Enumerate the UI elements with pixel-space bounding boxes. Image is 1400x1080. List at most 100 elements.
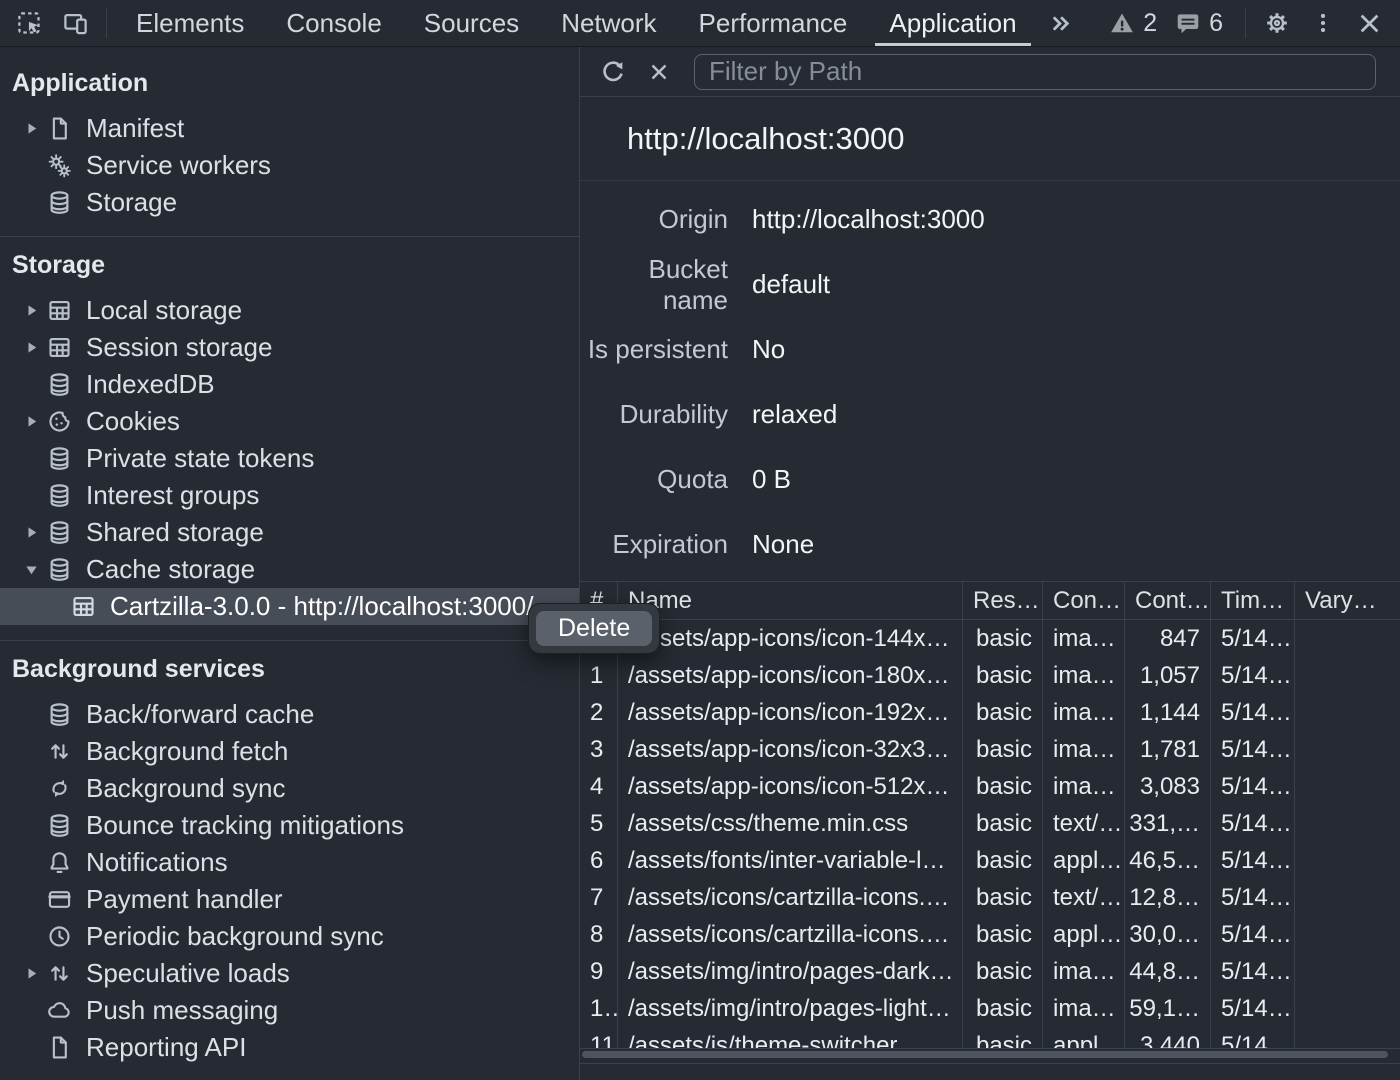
- cell-response-type: basic: [963, 842, 1043, 879]
- sidebar-item-service-workers[interactable]: Service workers: [0, 147, 579, 184]
- column-header-tim[interactable]: Tim…: [1211, 582, 1295, 619]
- sidebar-item-storage[interactable]: Storage: [0, 184, 579, 221]
- sidebar-item-speculative-loads[interactable]: Speculative loads: [0, 955, 579, 992]
- triangle-down-icon[interactable]: [24, 562, 46, 577]
- devtools-window: ElementsConsoleSourcesNetworkPerformance…: [0, 0, 1400, 1080]
- column-header-con[interactable]: Con…: [1043, 582, 1125, 619]
- tab-elements[interactable]: Elements: [115, 0, 265, 46]
- column-header-vary[interactable]: Vary…: [1295, 582, 1400, 619]
- gears-icon: [46, 152, 73, 179]
- table-row[interactable]: 3/assets/app-icons/icon-32x3…basicima…1,…: [580, 731, 1400, 768]
- cell-time-cached: 5/14…: [1211, 805, 1295, 842]
- sidebar-item-indexeddb[interactable]: IndexedDB: [0, 366, 579, 403]
- table-row[interactable]: 1/assets/app-icons/icon-180x…basicima…1,…: [580, 657, 1400, 694]
- warning-icon[interactable]: [1105, 1, 1139, 45]
- table-row[interactable]: 0/assets/app-icons/icon-144x…basicima…84…: [580, 620, 1400, 657]
- cell-time-cached: 5/14…: [1211, 620, 1295, 657]
- table-row[interactable]: 9/assets/img/intro/pages-dark…basicima…4…: [580, 953, 1400, 990]
- horizontal-scrollbar[interactable]: [580, 1048, 1400, 1060]
- sidebar-item-label: Session storage: [86, 332, 272, 363]
- column-header-res[interactable]: Res…: [963, 582, 1043, 619]
- table-row[interactable]: 8/assets/icons/cartzilla-icons.…basicapp…: [580, 916, 1400, 953]
- tab-application[interactable]: Application: [868, 0, 1037, 46]
- settings-icon[interactable]: [1254, 1, 1300, 45]
- messages-icon[interactable]: [1171, 1, 1205, 45]
- database-icon: [46, 445, 73, 472]
- table-row[interactable]: 6/assets/fonts/inter-variable-l…basicapp…: [580, 842, 1400, 879]
- scrollbar-thumb[interactable]: [582, 1051, 1388, 1058]
- clock-icon: [46, 923, 73, 950]
- close-icon[interactable]: [1346, 1, 1392, 45]
- filter-by-path-input[interactable]: [694, 54, 1376, 90]
- clear-icon[interactable]: [636, 50, 682, 94]
- triangle-right-icon[interactable]: [24, 121, 46, 136]
- tab-network[interactable]: Network: [540, 0, 677, 46]
- sidebar-item-periodic-background-sync[interactable]: Periodic background sync: [0, 918, 579, 955]
- tab-performance[interactable]: Performance: [678, 0, 869, 46]
- sidebar-item-payment-handler[interactable]: Payment handler: [0, 881, 579, 918]
- triangle-right-icon[interactable]: [24, 303, 46, 318]
- triangle-right-icon[interactable]: [24, 340, 46, 355]
- sidebar-item-cache-storage[interactable]: Cache storage: [0, 551, 579, 588]
- sidebar-item-notifications[interactable]: Notifications: [0, 844, 579, 881]
- more-options-icon[interactable]: [1300, 1, 1346, 45]
- cell-content-length: 30,0…: [1125, 916, 1211, 953]
- table-row[interactable]: 11/assets/js/theme-switcher…basicappl…3,…: [580, 1027, 1400, 1048]
- column-header-name[interactable]: Name: [618, 582, 963, 619]
- device-toolbar-icon[interactable]: [52, 1, 98, 45]
- cell-name: /assets/icons/cartzilla-icons.…: [618, 879, 963, 916]
- sidebar-item-push-messaging[interactable]: Push messaging: [0, 992, 579, 1029]
- table-row[interactable]: 7/assets/icons/cartzilla-icons.…basictex…: [580, 879, 1400, 916]
- sidebar-item-background-sync[interactable]: Background sync: [0, 770, 579, 807]
- cell-content-type: appl…: [1043, 842, 1125, 879]
- sidebar-item-manifest[interactable]: Manifest: [0, 110, 579, 147]
- table-row[interactable]: 1…/assets/img/intro/pages-light…basicima…: [580, 990, 1400, 1027]
- sidebar-item-bounce-tracking-mitigations[interactable]: Bounce tracking mitigations: [0, 807, 579, 844]
- field-label: Bucket name: [580, 254, 728, 316]
- tab-sources[interactable]: Sources: [403, 0, 540, 46]
- section-title-background-services: Background services: [0, 647, 579, 696]
- table-row[interactable]: 2/assets/app-icons/icon-192x…basicima…1,…: [580, 694, 1400, 731]
- sidebar-item-cartzilla-3-0-0-http-localhost-3000[interactable]: Cartzilla-3.0.0 - http://localhost:3000/: [0, 588, 579, 625]
- table-row[interactable]: 4/assets/app-icons/icon-512x…basicima…3,…: [580, 768, 1400, 805]
- cell-vary: [1295, 731, 1400, 768]
- database-icon: [46, 701, 73, 728]
- sidebar-item-interest-groups[interactable]: Interest groups: [0, 477, 579, 514]
- sidebar-item-back-forward-cache[interactable]: Back/forward cache: [0, 696, 579, 733]
- tabbar-right-controls: 2 6: [1105, 1, 1400, 45]
- sidebar-item-cookies[interactable]: Cookies: [0, 403, 579, 440]
- cell-response-type: basic: [963, 953, 1043, 990]
- sidebar-item-local-storage[interactable]: Local storage: [0, 292, 579, 329]
- cell-name: /assets/app-icons/icon-32x3…: [618, 731, 963, 768]
- triangle-right-icon[interactable]: [24, 414, 46, 429]
- panel-tabs: ElementsConsoleSourcesNetworkPerformance…: [115, 0, 1038, 46]
- triangle-right-icon[interactable]: [24, 966, 46, 981]
- table-row[interactable]: 5/assets/css/theme.min.cssbasictext/…331…: [580, 805, 1400, 842]
- delete-menu-item[interactable]: Delete: [536, 611, 652, 646]
- cell-name: /assets/img/intro/pages-dark…: [618, 953, 963, 990]
- sidebar-item-session-storage[interactable]: Session storage: [0, 329, 579, 366]
- cell-number: 1…: [580, 990, 618, 1027]
- sidebar-item-background-fetch[interactable]: Background fetch: [0, 733, 579, 770]
- field-durability: Durabilityrelaxed: [580, 382, 1400, 447]
- sidebar-item-label: Background sync: [86, 773, 285, 804]
- sidebar-item-private-state-tokens[interactable]: Private state tokens: [0, 440, 579, 477]
- sidebar-item-label: Local storage: [86, 295, 242, 326]
- database-icon: [46, 189, 73, 216]
- cell-name: /assets/css/theme.min.css: [618, 805, 963, 842]
- field-origin: Originhttp://localhost:3000: [580, 187, 1400, 252]
- field-label: Quota: [580, 464, 728, 495]
- cell-name: /assets/app-icons/icon-512x…: [618, 768, 963, 805]
- column-header-cont[interactable]: Cont…: [1125, 582, 1211, 619]
- triangle-right-icon[interactable]: [24, 525, 46, 540]
- tab-console[interactable]: Console: [265, 0, 402, 46]
- more-tabs-icon[interactable]: [1038, 1, 1084, 45]
- cell-name: /assets/fonts/inter-variable-l…: [618, 842, 963, 879]
- cell-vary: [1295, 842, 1400, 879]
- cell-name: /assets/app-icons/icon-192x…: [618, 694, 963, 731]
- inspect-icon[interactable]: [6, 1, 52, 45]
- refresh-icon[interactable]: [590, 50, 636, 94]
- database-icon: [46, 812, 73, 839]
- sidebar-item-shared-storage[interactable]: Shared storage: [0, 514, 579, 551]
- sidebar-item-reporting-api[interactable]: Reporting API: [0, 1029, 579, 1066]
